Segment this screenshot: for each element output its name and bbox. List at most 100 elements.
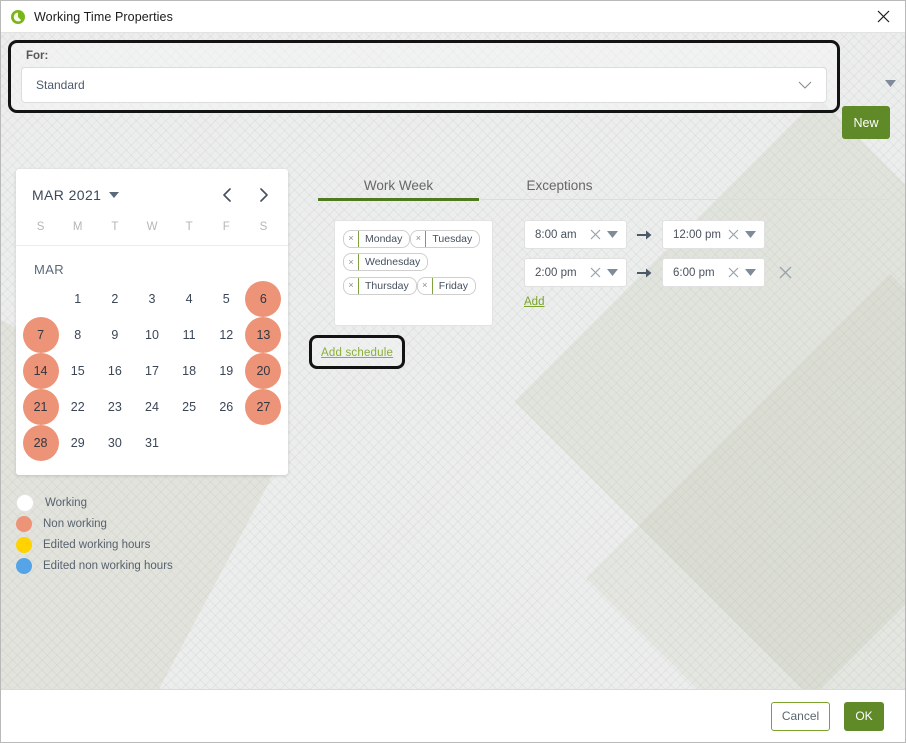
calendar-select[interactable]: Standard: [21, 67, 827, 103]
time-range-arrow: [627, 229, 662, 241]
calendar-day-8[interactable]: 8: [60, 317, 96, 353]
calendar-legend: Working Non working Edited working hours Ed…: [16, 493, 256, 577]
legend-item: Working: [16, 493, 256, 513]
tab-exceptions[interactable]: Exceptions: [479, 178, 640, 199]
work-day-chip-label: Wednesday: [365, 256, 421, 268]
title-bar: Working Time Properties: [1, 1, 905, 33]
cancel-button[interactable]: Cancel: [771, 701, 830, 731]
legend-label: Working: [45, 497, 87, 509]
calendar-day-11[interactable]: 11: [171, 317, 207, 353]
calendar-day-4[interactable]: 4: [171, 281, 207, 317]
calendar-cell: 3: [133, 281, 170, 317]
add-time-range-link[interactable]: Add: [524, 296, 544, 308]
calendar-day-26[interactable]: 26: [208, 389, 244, 425]
calendar-dow-5: F: [222, 221, 230, 233]
calendar-day-28[interactable]: 28: [22, 425, 59, 461]
calendar-cell: 22: [59, 389, 96, 425]
legend-item: Edited working hours: [16, 535, 256, 555]
close-button[interactable]: [861, 1, 905, 32]
calendar-day-14[interactable]: 14: [22, 353, 59, 389]
calendar-day-30[interactable]: 30: [97, 425, 133, 461]
calendar-next-button[interactable]: [254, 185, 274, 205]
tab-work-week[interactable]: Work Week: [318, 178, 479, 199]
close-icon[interactable]: ×: [344, 254, 359, 270]
clock-icon: [11, 9, 25, 24]
calendar-card: MAR 2021 SMTWT F S MAR 1 2 3 4 5 6 7 8 9…: [16, 169, 288, 475]
caret-down-icon[interactable]: [607, 269, 618, 276]
calendar-day-10[interactable]: 10: [134, 317, 170, 353]
start-time-field[interactable]: 2:00 pm: [524, 258, 627, 287]
caret-down-icon[interactable]: [745, 231, 756, 238]
calendar-cell: 27: [245, 389, 282, 425]
end-time-field[interactable]: 6:00 pm: [662, 258, 765, 287]
window-title: Working Time Properties: [34, 9, 173, 24]
calendar-day-24[interactable]: 24: [134, 389, 170, 425]
add-schedule-focus-ring: Add schedule: [309, 335, 406, 369]
calendar-day-1[interactable]: 1: [60, 281, 96, 317]
work-day-chip: × Monday: [343, 229, 411, 248]
legend-label: Edited non working hours: [43, 560, 173, 572]
calendar-day-16[interactable]: 16: [97, 353, 133, 389]
calendar-day-31[interactable]: 31: [134, 425, 170, 461]
calendar-prev-button[interactable]: [216, 185, 236, 205]
calendar-cell: 12: [208, 317, 245, 353]
close-icon[interactable]: ×: [344, 230, 359, 247]
close-icon: [877, 10, 889, 23]
close-icon[interactable]: [590, 229, 601, 240]
calendar-dow-1: M: [72, 221, 83, 233]
calendar-dow-4: T: [185, 221, 193, 233]
caret-down-icon[interactable]: [745, 269, 756, 276]
calendar-day-23[interactable]: 23: [97, 389, 133, 425]
end-time-field[interactable]: 12:00 pm: [662, 220, 765, 249]
close-icon[interactable]: [728, 229, 739, 240]
calendar-day-20[interactable]: 20: [245, 353, 282, 389]
calendar-day-9[interactable]: 9: [97, 317, 133, 353]
ok-button[interactable]: OK: [844, 701, 884, 731]
work-day-chip: × Thursday: [343, 276, 417, 295]
arrow-right-icon: [637, 268, 652, 277]
calendar-day-17[interactable]: 17: [134, 353, 170, 389]
time-range-row: 2:00 pm 6:00 pm: [524, 258, 792, 287]
close-icon[interactable]: [590, 267, 601, 278]
caret-down-icon[interactable]: [607, 231, 618, 238]
calendar-day-3[interactable]: 3: [134, 281, 170, 317]
calendar-day-6[interactable]: 6: [245, 281, 282, 317]
calendar-day-13[interactable]: 13: [245, 317, 282, 353]
calendar-day-19[interactable]: 19: [208, 353, 244, 389]
work-day-chip-label: Monday: [365, 232, 403, 245]
calendar-day-27[interactable]: 27: [245, 389, 282, 425]
calendar-dow-6: S: [259, 221, 268, 233]
calendar-day-2[interactable]: 2: [97, 281, 133, 317]
calendar-cell: 20: [245, 353, 282, 389]
calendar-day-12[interactable]: 12: [208, 317, 244, 353]
working-time-properties-window: Working Time Properties For: Standard Ne…: [0, 0, 906, 743]
calendar-day-29[interactable]: 29: [60, 425, 96, 461]
chevron-right-icon: [259, 188, 268, 202]
calendar-day-7[interactable]: 7: [22, 317, 59, 353]
caret-down-icon[interactable]: [109, 192, 120, 198]
close-icon[interactable]: ×: [418, 277, 433, 294]
calendar-nav: [216, 185, 274, 205]
calendar-day-22[interactable]: 22: [60, 389, 96, 425]
calendar-day-18[interactable]: 18: [171, 353, 207, 389]
add-schedule-link[interactable]: Add schedule: [321, 347, 393, 359]
calendar-day-15[interactable]: 15: [60, 353, 96, 389]
close-icon[interactable]: ×: [344, 277, 359, 294]
calendar-day-21[interactable]: 21: [22, 389, 59, 425]
calendar-day-5[interactable]: 5: [208, 281, 244, 317]
start-time-field[interactable]: 8:00 am: [524, 220, 627, 249]
calendar-cell: 2: [96, 281, 133, 317]
new-calendar-button[interactable]: New: [842, 106, 890, 139]
close-icon[interactable]: ×: [411, 230, 427, 247]
for-label: For:: [26, 50, 49, 62]
calendar-month-year[interactable]: MAR 2021: [32, 187, 101, 203]
calendar-cell: 5: [208, 281, 245, 317]
end-time-value: 6:00 pm: [673, 266, 715, 279]
caret-down-icon[interactable]: [885, 80, 896, 87]
calendar-cell: 24: [133, 389, 170, 425]
close-icon[interactable]: [728, 267, 739, 278]
remove-time-range-icon[interactable]: [779, 266, 792, 279]
work-days-selector[interactable]: × Monday × Tuesday × Wednesday × Thursday × Frida…: [334, 220, 493, 326]
calendar-day-25[interactable]: 25: [171, 389, 207, 425]
calendar-select-value: Standard: [36, 78, 85, 92]
